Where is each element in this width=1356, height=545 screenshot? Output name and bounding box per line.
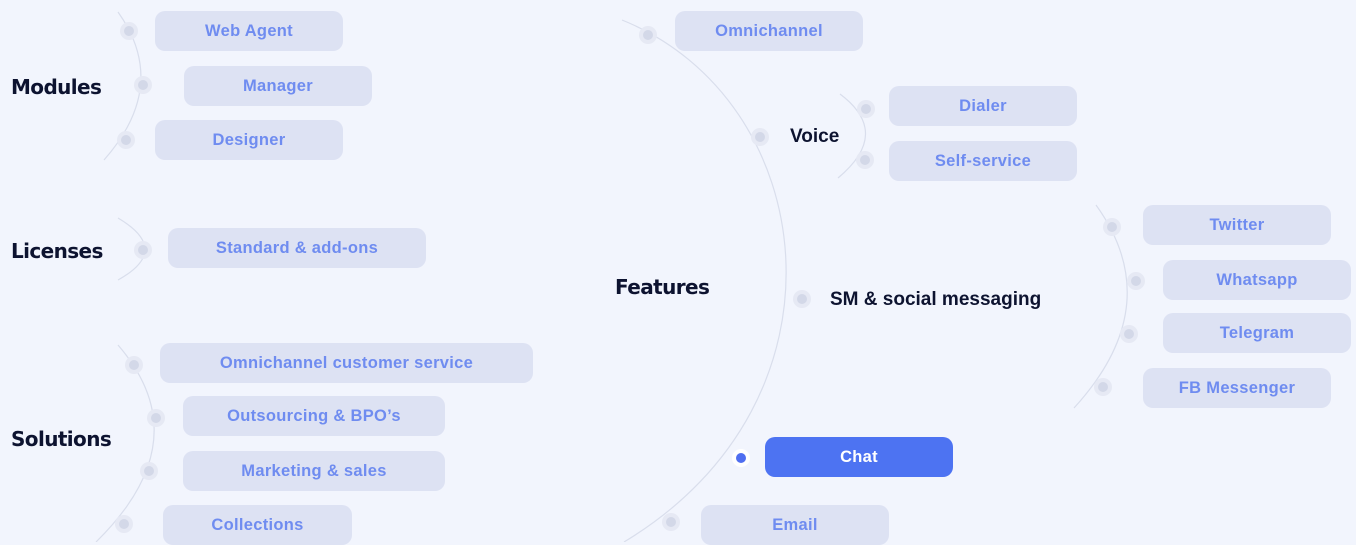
module-web-agent-button[interactable]: Web Agent bbox=[155, 11, 343, 51]
module-designer-button[interactable]: Designer bbox=[155, 120, 343, 160]
social-messaging-heading: SM & social messaging bbox=[830, 289, 1042, 310]
social-fb-messenger-button[interactable]: FB Messenger bbox=[1143, 368, 1331, 408]
connector-dot bbox=[125, 356, 143, 374]
connector-dot bbox=[134, 241, 152, 259]
voice-self-service-button[interactable]: Self-service bbox=[889, 141, 1077, 181]
connector-dot bbox=[856, 151, 874, 169]
connector-dot bbox=[140, 462, 158, 480]
module-manager-button[interactable]: Manager bbox=[184, 66, 372, 106]
connector-dot bbox=[1103, 218, 1121, 236]
connector-dot bbox=[1127, 272, 1145, 290]
connector-dot bbox=[117, 131, 135, 149]
active-connector-dot bbox=[732, 449, 750, 467]
voice-heading: Voice bbox=[790, 126, 840, 147]
licenses-heading: Licenses bbox=[11, 239, 103, 263]
social-whatsapp-button[interactable]: Whatsapp bbox=[1163, 260, 1351, 300]
connector-dot bbox=[115, 515, 133, 533]
voice-dialer-button[interactable]: Dialer bbox=[889, 86, 1077, 126]
connector-dot bbox=[751, 128, 769, 146]
solution-outsourcing-bpo-button[interactable]: Outsourcing & BPO’s bbox=[183, 396, 445, 436]
connector-dot bbox=[147, 409, 165, 427]
feature-omnichannel-button[interactable]: Omnichannel bbox=[675, 11, 863, 51]
solution-marketing-sales-button[interactable]: Marketing & sales bbox=[183, 451, 445, 491]
connector-dot bbox=[120, 22, 138, 40]
social-twitter-button[interactable]: Twitter bbox=[1143, 205, 1331, 245]
feature-chat-button[interactable]: Chat bbox=[765, 437, 953, 477]
solution-collections-button[interactable]: Collections bbox=[163, 505, 352, 545]
solution-omnichannel-customer-service-button[interactable]: Omnichannel customer service bbox=[160, 343, 533, 383]
connector-dot bbox=[134, 76, 152, 94]
modules-heading: Modules bbox=[11, 75, 102, 99]
connector-dot bbox=[793, 290, 811, 308]
license-standard-addons-button[interactable]: Standard & add-ons bbox=[168, 228, 426, 268]
connector-dot bbox=[857, 100, 875, 118]
feature-email-button[interactable]: Email bbox=[701, 505, 889, 545]
connector-dot bbox=[1094, 378, 1112, 396]
connector-dot bbox=[662, 513, 680, 531]
connector-dot bbox=[1120, 325, 1138, 343]
features-heading: Features bbox=[615, 275, 710, 299]
social-telegram-button[interactable]: Telegram bbox=[1163, 313, 1351, 353]
connector-dot bbox=[639, 26, 657, 44]
solutions-heading: Solutions bbox=[11, 427, 112, 451]
